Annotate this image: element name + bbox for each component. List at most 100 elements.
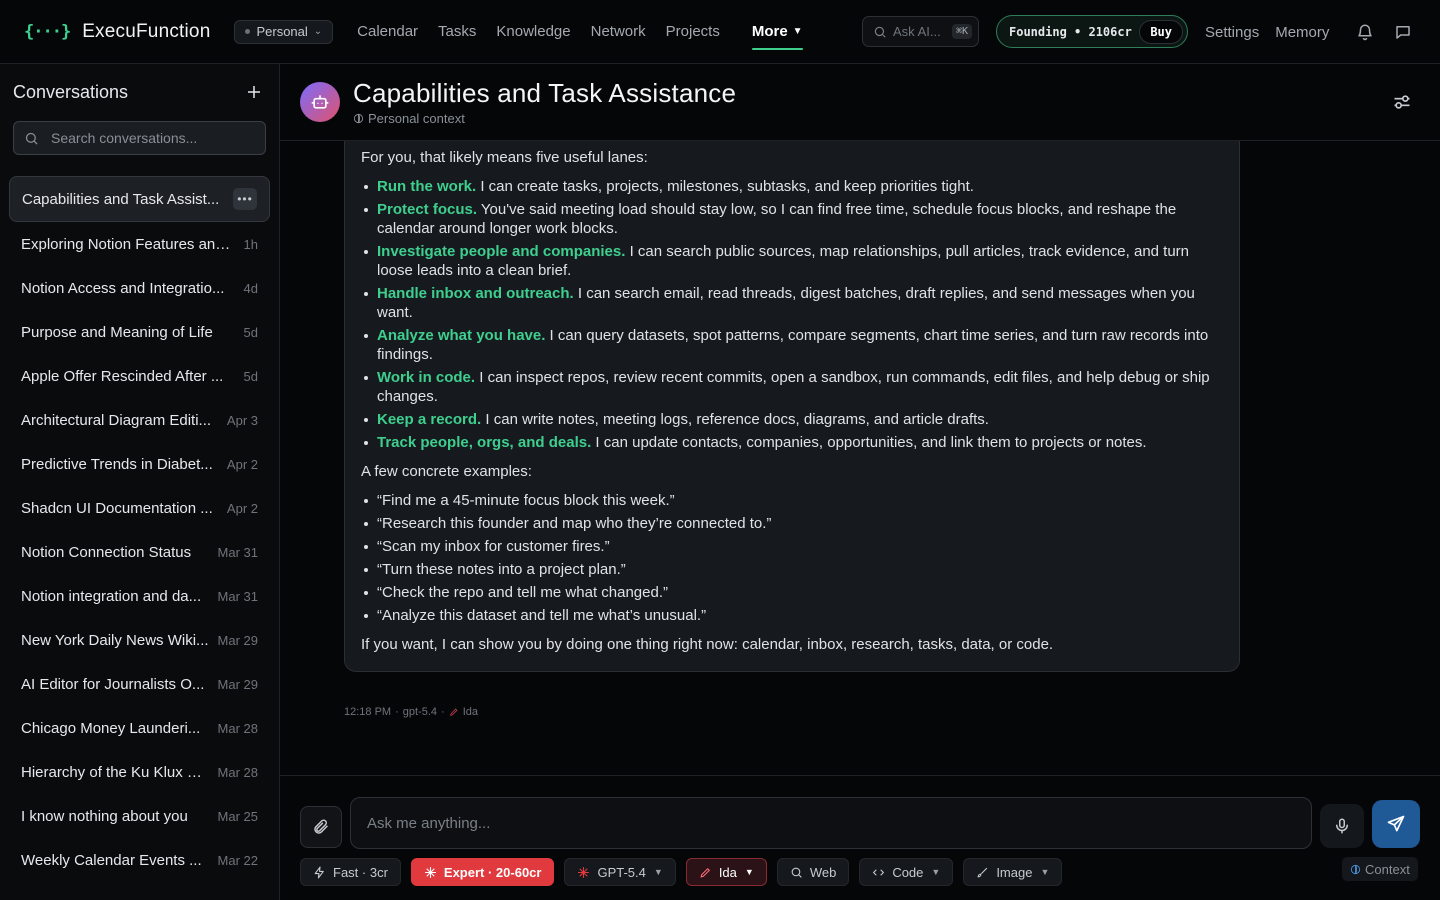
chevron-down-icon: ▼ <box>744 867 754 877</box>
feedback-icon[interactable] <box>1391 20 1415 44</box>
conversation-search-input[interactable]: Search conversations... <box>13 121 266 155</box>
sidebar-header: Conversations <box>0 64 279 120</box>
conversation-list: Capabilities and Task Assist... ••• Expl… <box>0 176 279 882</box>
conversation-date: 5d <box>243 368 258 384</box>
assistant-avatar <box>300 82 340 122</box>
lane-item: Protect focus. You've said meeting load … <box>361 200 1223 238</box>
send-button[interactable] <box>1372 800 1420 848</box>
lane-name: Analyze what you have. <box>377 327 546 344</box>
conversation-item[interactable]: Apple Offer Rescinded After ... 5d <box>9 354 270 398</box>
web-toggle[interactable]: Web <box>776 858 850 886</box>
nav-projects[interactable]: Projects <box>666 0 720 64</box>
composer-toolbar: Fast · 3cr Expert · 20-60cr GPT-5.4 ▼ Id… <box>300 858 1072 886</box>
buy-button[interactable]: Buy <box>1139 19 1183 44</box>
conversation-item[interactable]: Architectural Diagram Editi... Apr 3 <box>9 398 270 442</box>
lane-name: Track people, orgs, and deals. <box>377 434 592 451</box>
voice-input-button[interactable] <box>1320 804 1364 848</box>
lane-name: Handle inbox and outreach. <box>377 285 574 302</box>
message-closing: If you want, I can show you by doing one… <box>361 636 1054 653</box>
memory-link[interactable]: Memory <box>1275 24 1329 41</box>
model-selector[interactable]: GPT-5.4 ▼ <box>564 858 676 886</box>
conversation-date: Mar 31 <box>217 588 258 604</box>
more-options-icon[interactable]: ••• <box>233 188 257 210</box>
conversation-title: Architectural Diagram Editi... <box>21 411 212 429</box>
lane-name: Run the work. <box>377 178 477 195</box>
conversation-title: Apple Offer Rescinded After ... <box>21 367 224 385</box>
globe-icon <box>1350 864 1361 874</box>
conversation-title: Shadcn UI Documentation ... <box>21 499 213 517</box>
conversation-title: AI Editor for Journalists O... <box>21 675 205 693</box>
plan-badge[interactable]: Founding • 2106cr Buy <box>996 15 1188 48</box>
sliders-icon <box>1394 95 1410 109</box>
chevron-down-icon: ▼ <box>931 867 941 877</box>
examples-intro: A few concrete examples: <box>361 463 532 480</box>
ask-ai-search[interactable]: Ask AI... ⌘K <box>862 16 979 47</box>
lane-text: I can inspect repos, review recent commi… <box>377 369 1210 405</box>
plan-badge-label: Founding • 2106cr <box>1009 24 1132 39</box>
message-input[interactable]: Ask me anything... <box>350 797 1312 849</box>
example-item: “Turn these notes into a project plan.” <box>361 560 1223 579</box>
chat-context-label: Personal context <box>368 111 465 126</box>
chat-titles: Capabilities and Task Assistance Persona… <box>353 78 736 126</box>
top-right-nav: Settings Memory <box>1205 0 1421 64</box>
logo-mark: {···} <box>24 21 71 42</box>
message-persona-label: Ida <box>462 706 478 718</box>
ask-ai-shortcut: ⌘K <box>951 24 972 39</box>
code-selector[interactable]: Code ▼ <box>859 858 954 886</box>
context-selector-label: Personal <box>256 24 308 39</box>
message-persona: Ida <box>449 706 478 718</box>
conversation-item[interactable]: AI Editor for Journalists O... Mar 29 <box>9 662 270 706</box>
message-intro: For you, that likely means five useful l… <box>361 149 648 166</box>
mode-fast-button[interactable]: Fast · 3cr <box>300 858 401 886</box>
conversation-date: Mar 31 <box>217 544 258 560</box>
nav-more[interactable]: More ▼ <box>751 0 803 64</box>
conversation-date: Mar 25 <box>217 808 258 824</box>
app-logo[interactable]: {···} ExecuFunction <box>24 21 210 43</box>
conversation-item[interactable]: Predictive Trends in Diabet... Apr 2 <box>9 442 270 486</box>
lane-item: Analyze what you have. I can query datas… <box>361 326 1223 364</box>
robot-icon <box>311 95 329 109</box>
conversation-item[interactable]: I know nothing about you Mar 25 <box>9 794 270 838</box>
conversation-item[interactable]: Chicago Money Launderi... Mar 28 <box>9 706 270 750</box>
nav-more-label: More <box>751 23 788 40</box>
lightning-icon <box>314 866 324 878</box>
conversation-date: Apr 2 <box>226 456 258 472</box>
conversation-item-active[interactable]: Capabilities and Task Assist... ••• <box>9 176 270 222</box>
message-input-placeholder: Ask me anything... <box>367 814 491 832</box>
settings-link[interactable]: Settings <box>1205 24 1259 41</box>
context-selector[interactable]: Personal ⌄ <box>234 19 334 44</box>
conversation-item[interactable]: Notion Connection Status Mar 31 <box>9 530 270 574</box>
conversation-date: Mar 29 <box>217 676 258 692</box>
attach-button[interactable] <box>300 806 342 848</box>
conversation-item[interactable]: Shadcn UI Documentation ... Apr 2 <box>9 486 270 530</box>
conversation-item[interactable]: Weekly Calendar Events ... Mar 22 <box>9 838 270 882</box>
new-conversation-button[interactable] <box>242 80 266 104</box>
conversation-item[interactable]: Purpose and Meaning of Life 5d <box>9 310 270 354</box>
nav-calendar[interactable]: Calendar <box>357 0 418 64</box>
bell-icon[interactable] <box>1353 20 1377 44</box>
image-selector[interactable]: Image ▼ <box>963 858 1063 886</box>
nav-network[interactable]: Network <box>591 0 646 64</box>
conversation-item[interactable]: Hierarchy of the Ku Klux Kl... Mar 28 <box>9 750 270 794</box>
conversation-item[interactable]: Exploring Notion Features and... 1h <box>9 222 270 266</box>
persona-selector[interactable]: Ida ▼ <box>685 858 767 886</box>
chat-settings-button[interactable] <box>1392 92 1412 117</box>
conversation-item[interactable]: New York Daily News Wiki... Mar 29 <box>9 618 270 662</box>
conversation-item[interactable]: Notion integration and da... Mar 31 <box>9 574 270 618</box>
nav-tasks[interactable]: Tasks <box>438 0 476 64</box>
example-item: “Research this founder and map who they’… <box>361 514 1223 533</box>
conversation-item[interactable]: Notion Access and Integratio... 4d <box>9 266 270 310</box>
lane-name: Keep a record. <box>377 411 482 428</box>
conversation-title: Notion Connection Status <box>21 543 192 561</box>
example-item: “Scan my inbox for customer fires.” <box>361 537 1223 556</box>
chat-context: Personal context <box>353 111 736 126</box>
conversation-title: New York Daily News Wiki... <box>21 631 209 649</box>
lane-name: Work in code. <box>377 369 476 386</box>
mode-expert-button[interactable]: Expert · 20-60cr <box>410 858 555 886</box>
context-button[interactable]: Context <box>1342 857 1418 881</box>
sparkle-icon <box>424 866 436 878</box>
nav-knowledge[interactable]: Knowledge <box>496 0 570 64</box>
microphone-icon <box>1336 818 1348 834</box>
lane-name: Investigate people and companies. <box>377 243 626 260</box>
lane-text: I can write notes, meeting logs, referen… <box>481 411 989 428</box>
